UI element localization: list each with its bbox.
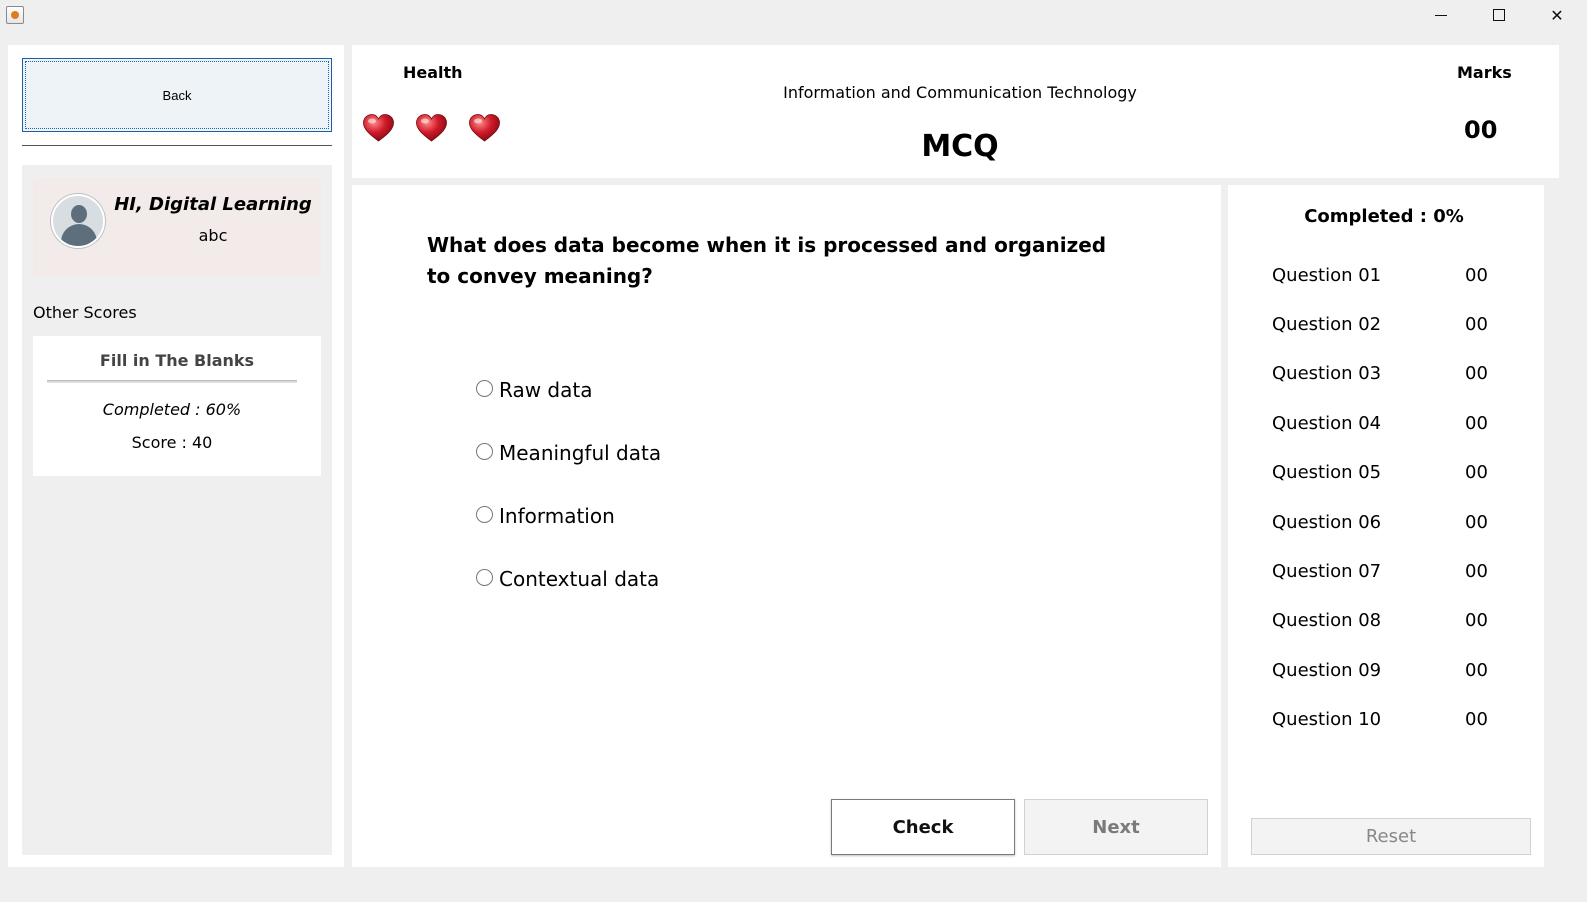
radio-button[interactable] <box>476 568 493 586</box>
question-row: Question 01 00 <box>1272 265 1492 289</box>
sidebar: Back HI, Digital Learning abc Other Scor… <box>8 45 344 867</box>
answer-option[interactable]: Raw data <box>476 378 592 402</box>
next-button[interactable]: Next <box>1024 799 1208 855</box>
close-button[interactable]: ✕ <box>1528 0 1586 30</box>
maximize-icon <box>1493 9 1505 21</box>
profile-card: HI, Digital Learning abc <box>33 178 321 276</box>
back-button[interactable]: Back <box>22 58 332 132</box>
question-name: Question 04 <box>1272 413 1382 434</box>
question-name: Question 03 <box>1272 363 1382 384</box>
score-card-completed: Completed : 60% <box>102 400 242 419</box>
marks-value: 00 <box>1464 116 1498 144</box>
question-row: Question 06 00 <box>1272 512 1492 536</box>
question-text: What does data become when it is process… <box>427 233 1107 288</box>
username-text: abc <box>198 226 228 245</box>
reset-button[interactable]: Reset <box>1251 818 1531 855</box>
question-score: 00 <box>1465 265 1488 286</box>
score-card-divider <box>47 380 297 383</box>
answer-option[interactable]: Meaningful data <box>476 441 661 465</box>
subject-title: Information and Communication Technology <box>783 83 1137 102</box>
question-row: Question 07 00 <box>1272 561 1492 585</box>
question-row: Question 10 00 <box>1272 709 1492 733</box>
question-row: Question 02 00 <box>1272 314 1492 338</box>
answer-option[interactable]: Contextual data <box>476 567 659 591</box>
sidebar-content: HI, Digital Learning abc Other Scores Fi… <box>22 165 332 855</box>
question-name: Question 02 <box>1272 314 1382 335</box>
progress-panel: Completed : 0% Question 01 00 Question 0… <box>1228 185 1544 867</box>
question-name: Question 09 <box>1272 660 1382 681</box>
java-app-icon <box>6 6 24 24</box>
question-score: 00 <box>1465 709 1488 730</box>
question-name: Question 07 <box>1272 561 1382 582</box>
health-label: Health <box>403 63 463 82</box>
radio-button[interactable] <box>476 505 493 523</box>
title-bar: ✕ <box>0 0 1587 30</box>
question-row: Question 08 00 <box>1272 610 1492 634</box>
question-score: 00 <box>1465 561 1488 582</box>
answer-option[interactable]: Information <box>476 504 615 528</box>
question-score: 00 <box>1465 610 1488 631</box>
score-card: Fill in The Blanks Completed : 60% Score… <box>33 336 321 476</box>
answer-option-label: Information <box>499 504 615 528</box>
answer-option-label: Raw data <box>499 378 593 402</box>
score-card-title: Fill in The Blanks <box>99 351 255 370</box>
completed-percentage: Completed : 0% <box>1304 206 1464 227</box>
answer-option-label: Contextual data <box>499 567 660 591</box>
question-row: Question 03 00 <box>1272 363 1492 387</box>
check-button[interactable]: Check <box>831 799 1015 855</box>
radio-button[interactable] <box>476 379 493 397</box>
question-row: Question 04 00 <box>1272 413 1492 437</box>
marks-label: Marks <box>1457 63 1512 82</box>
score-card-score: Score : 40 <box>131 433 213 452</box>
close-icon: ✕ <box>1550 5 1564 25</box>
other-scores-label: Other Scores <box>33 303 137 322</box>
question-name: Question 06 <box>1272 512 1382 533</box>
question-score: 00 <box>1465 462 1488 483</box>
question-score: 00 <box>1465 660 1488 681</box>
minimize-button[interactable] <box>1412 0 1470 30</box>
question-name: Question 05 <box>1272 462 1382 483</box>
radio-button[interactable] <box>476 442 493 460</box>
maximize-button[interactable] <box>1470 0 1528 30</box>
quiz-mode-title: MCQ <box>921 129 999 164</box>
question-name: Question 08 <box>1272 610 1382 631</box>
header: Health Information and Communication Tec… <box>352 45 1559 178</box>
question-name: Question 10 <box>1272 709 1382 730</box>
question-score: 00 <box>1465 314 1488 335</box>
avatar-icon <box>51 194 105 248</box>
divider <box>22 145 332 146</box>
question-panel: What does data become when it is process… <box>352 185 1221 867</box>
question-name: Question 01 <box>1272 265 1382 286</box>
question-score: 00 <box>1465 363 1488 384</box>
minimize-icon <box>1435 14 1447 16</box>
greeting-text: HI, Digital Learning <box>114 194 312 215</box>
question-row: Question 05 00 <box>1272 462 1492 486</box>
question-score: 00 <box>1465 512 1488 533</box>
question-row: Question 09 00 <box>1272 660 1492 684</box>
question-score: 00 <box>1465 413 1488 434</box>
answer-option-label: Meaningful data <box>499 441 662 465</box>
